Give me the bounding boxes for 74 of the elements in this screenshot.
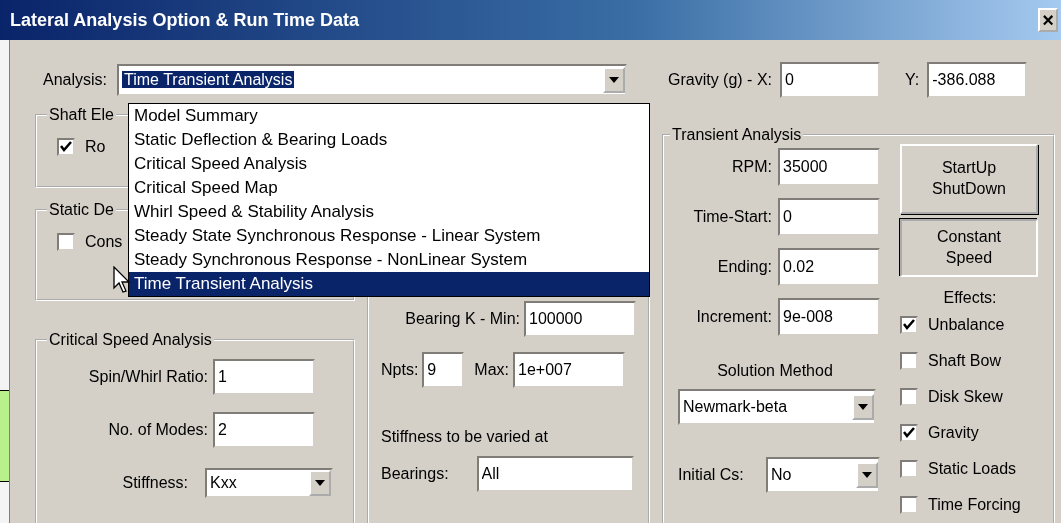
group-title: Transient Analysis — [671, 126, 803, 144]
field-label: No. of Modes: — [108, 421, 208, 439]
field-label: Time-Start: — [693, 208, 772, 226]
group-title: Critical Speed Analysis — [48, 331, 213, 349]
gravity-x-field[interactable]: 0 — [780, 62, 880, 98]
caret-icon — [862, 472, 872, 478]
checkbox[interactable] — [900, 316, 918, 334]
field-label: Max: — [474, 361, 509, 379]
field-label: Npts: — [381, 361, 419, 379]
text-field[interactable]: 35000 — [778, 148, 880, 186]
caret-icon — [609, 77, 620, 83]
dropdown-option[interactable]: Critical Speed Analysis — [129, 152, 649, 176]
gravity-x-label: Gravity (g) - X: — [668, 71, 772, 89]
text-field[interactable]: 9 — [422, 352, 465, 388]
field-label: Solution Method — [716, 362, 834, 380]
checkbox[interactable] — [900, 388, 918, 406]
checkbox-label: Cons — [85, 233, 123, 251]
field-label: Increment: — [696, 308, 772, 326]
dropdown-option[interactable]: Time Transient Analysis — [129, 272, 649, 296]
dropdown-arrow-button[interactable] — [852, 394, 874, 420]
field-label: Spin/Whirl Ratio: — [88, 368, 208, 386]
dropdown-option[interactable]: Whirl Speed & Stability Analysis — [129, 200, 649, 224]
effects-label: Effects: — [942, 289, 998, 307]
checkbox[interactable] — [57, 138, 75, 156]
dropdown-option[interactable]: Critical Speed Map — [129, 176, 649, 200]
checkbox[interactable] — [57, 233, 75, 251]
window-title: Lateral Analysis Option & Run Time Data — [10, 9, 360, 31]
checkbox-label: Gravity — [928, 424, 979, 442]
dropdown-option[interactable]: Model Summary — [129, 104, 649, 128]
checkbox-label: Shaft Bow — [928, 352, 1001, 370]
field-label: Stiffness: — [122, 474, 188, 492]
stiffness-note: Stiffness to be varied at — [381, 428, 549, 446]
dropdown-arrow-button[interactable] — [603, 67, 626, 93]
initial-cs-dropdown[interactable]: No — [766, 457, 880, 493]
text-field[interactable]: 1e+007 — [513, 352, 625, 388]
mode-button[interactable]: Constant Speed — [900, 219, 1038, 277]
checkbox-label: Time Forcing — [928, 496, 1021, 514]
checkbox-label: Unbalance — [928, 316, 1005, 334]
field-label: Bearing K - Min: — [405, 310, 520, 328]
group-title: Shaft Ele — [48, 106, 115, 124]
dropdown-option[interactable]: Steady Synchronous Response - NonLinear System — [129, 248, 649, 272]
checkbox[interactable] — [900, 496, 918, 514]
analysis-label: Analysis: — [43, 71, 108, 89]
checkbox-label: Static Loads — [928, 460, 1017, 478]
gravity-y-field[interactable]: -386.088 — [927, 62, 1028, 98]
checkbox[interactable] — [900, 460, 918, 478]
group-title: Static De — [48, 201, 115, 219]
checkbox-label: Ro — [85, 138, 106, 156]
text-field[interactable]: 1 — [213, 359, 315, 395]
dropdown-arrow-button[interactable] — [856, 462, 878, 488]
field-label: Bearings: — [381, 465, 449, 483]
field-label: Ending: — [717, 258, 772, 276]
checkbox[interactable] — [900, 424, 918, 442]
text-field[interactable]: 9e-008 — [778, 298, 880, 336]
text-field[interactable]: 2 — [213, 412, 315, 448]
dropdown-option[interactable]: Steady State Synchronous Response - Linear System — [129, 224, 649, 248]
gravity-y-label: Y: — [905, 71, 920, 89]
checkbox[interactable] — [900, 352, 918, 370]
field-label: Initial Cs: — [678, 466, 744, 484]
caret-icon — [315, 480, 325, 486]
text-field[interactable]: All — [476, 456, 634, 492]
dropdown-arrow-button[interactable] — [309, 470, 331, 496]
dropdown-option[interactable]: Static Deflection & Bearing Loads — [129, 128, 649, 152]
analysis-dropdown[interactable]: Time Transient Analysis — [117, 64, 628, 96]
field-label: RPM: — [732, 158, 772, 176]
text-field[interactable]: 0.02 — [778, 248, 880, 286]
solution-method-dropdown[interactable]: Newmark-beta — [678, 389, 876, 425]
checkbox-label: Disk Skew — [928, 388, 1003, 406]
mode-button[interactable]: StartUp ShutDown — [900, 144, 1038, 214]
caret-icon — [858, 404, 868, 410]
stiffness-dropdown[interactable]: Kxx — [205, 468, 333, 498]
text-field[interactable]: 100000 — [524, 301, 636, 337]
close-button[interactable]: × — [1038, 8, 1058, 32]
text-field[interactable]: 0 — [778, 198, 880, 236]
